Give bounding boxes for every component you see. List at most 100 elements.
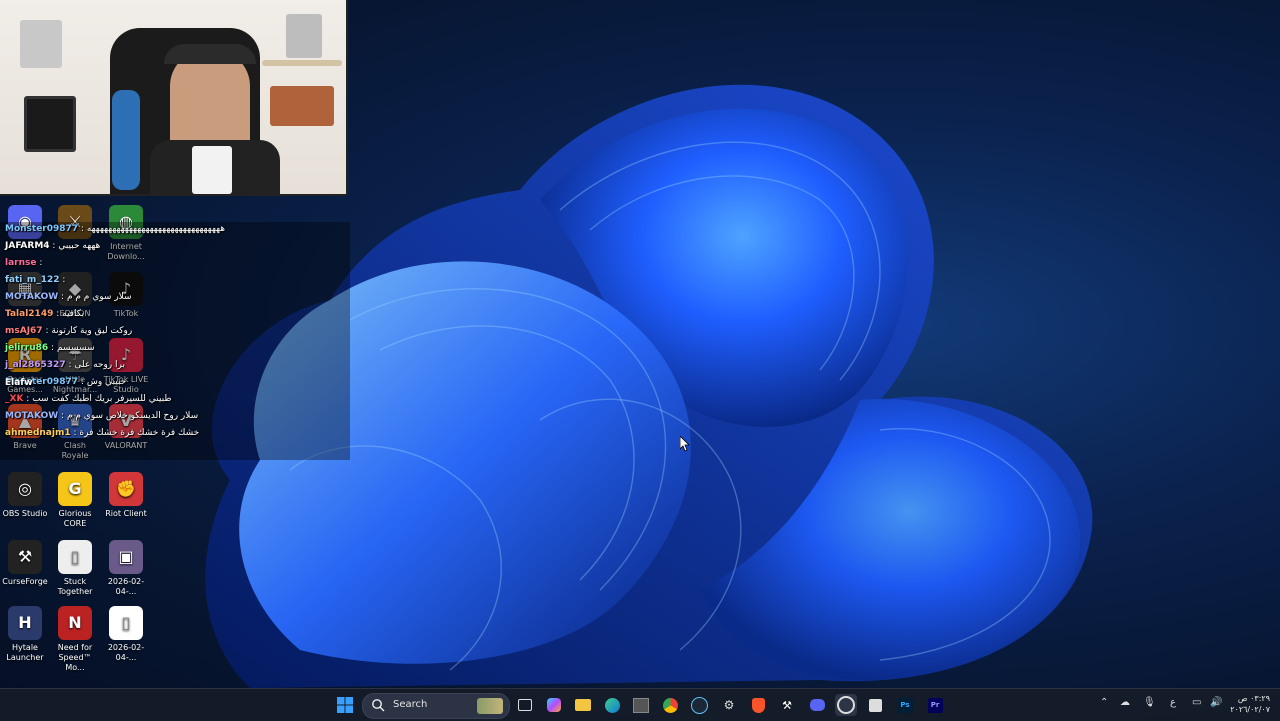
image-file-1-icon: ▣ bbox=[109, 540, 143, 574]
chat-message: _XK : طبيني للسيرفر بريك اطبك كفت سب bbox=[5, 394, 172, 408]
chat-separator: : bbox=[78, 377, 87, 387]
desktop-icon-glorious-core[interactable]: G Glorious CORE bbox=[50, 472, 100, 529]
hytale-launcher-icon: H bbox=[8, 606, 42, 640]
microsoft-store-icon[interactable] bbox=[630, 694, 652, 716]
chat-message: MOTAKOW : سلار روح الديسكو خلاص سوي م م bbox=[5, 411, 198, 425]
desktop-icon-label: CurseForge bbox=[2, 577, 48, 586]
edge-icon[interactable] bbox=[601, 694, 623, 716]
chat-separator: : bbox=[59, 275, 66, 285]
headphones bbox=[164, 44, 256, 64]
chat-text: سسسسم bbox=[56, 343, 95, 353]
chat-separator: : bbox=[78, 224, 87, 234]
chat-username: larnse bbox=[5, 258, 37, 268]
shelf bbox=[262, 60, 342, 66]
chat-separator: : bbox=[49, 241, 59, 251]
chat-separator: : bbox=[58, 411, 67, 421]
chat-username: _XK bbox=[5, 394, 24, 404]
volume-icon[interactable]: 🔊 bbox=[1210, 697, 1222, 708]
chat-message: MOTAKOW : سلار سوي م م م bbox=[5, 292, 132, 306]
chat-separator: : bbox=[36, 258, 43, 268]
chat-text: سلار سوي م م م bbox=[66, 292, 132, 302]
chat-text: خشك فرة خشك فرة خشك فرة bbox=[79, 428, 200, 438]
chat-message: JAFARM4 : هههه حبيبي bbox=[5, 241, 100, 255]
chat-overlay: Monster09877 : ههههههههههههههههههههههههه… bbox=[0, 222, 350, 460]
chat-message: fati_m_122 : bbox=[5, 275, 65, 289]
desktop-icon-label: Stuck Together bbox=[57, 577, 93, 596]
snipping-tool-icon[interactable] bbox=[864, 694, 886, 716]
photoshop-icon[interactable]: Ps bbox=[894, 694, 916, 716]
desktop-icon-curseforge[interactable]: ⚒ CurseForge bbox=[0, 540, 50, 587]
chat-text: برا روحه على bbox=[74, 360, 125, 370]
curseforge-icon[interactable]: ⚒ bbox=[776, 694, 798, 716]
desktop-icon-need-for-speed[interactable]: N Need for Speed™ Mo... bbox=[50, 606, 100, 673]
chat-username: Monster09877 bbox=[5, 224, 79, 234]
taskbar: Search ⚙ ⚒ Ps Pr ⌃ ☁ 🎙 ع ▭ 🔊 ٠٣:٢٩ ص ٢٠٢… bbox=[0, 688, 1280, 721]
taskbar-search[interactable]: Search bbox=[362, 693, 510, 719]
glorious-core-icon: G bbox=[58, 472, 92, 506]
chat-username: MOTAKOW bbox=[5, 292, 59, 302]
desktop-icon-obs-studio[interactable]: ◎ OBS Studio bbox=[0, 472, 50, 519]
desktop-icon-file-2[interactable]: ▯ 2026-02-04-... bbox=[101, 606, 151, 663]
chat-text: طبيني للسيرفر بريك اطبك كفت سب bbox=[32, 394, 172, 404]
chat-separator: : bbox=[23, 394, 33, 404]
desktop-icon-label: Riot Client bbox=[105, 509, 147, 518]
file-2-icon: ▯ bbox=[109, 606, 143, 640]
settings-gear-icon[interactable]: ⚙ bbox=[718, 694, 740, 716]
chat-text: حبيبي وش bbox=[86, 377, 127, 387]
discord-icon[interactable] bbox=[806, 694, 828, 716]
overlay-label: Elafw bbox=[5, 378, 33, 388]
need-for-speed-icon: N bbox=[58, 606, 92, 640]
cloud-icon[interactable]: ☁ bbox=[1120, 697, 1130, 708]
chat-username: jelirru86 bbox=[5, 343, 49, 353]
desktop-icon-riot-client[interactable]: ✊ Riot Client bbox=[101, 472, 151, 519]
desktop-icon-hytale-launcher[interactable]: H Hytale Launcher bbox=[0, 606, 50, 663]
search-highlight-image bbox=[477, 698, 503, 714]
search-label: Search bbox=[393, 699, 428, 710]
copilot-icon[interactable] bbox=[543, 694, 565, 716]
task-view-icon[interactable] bbox=[514, 694, 536, 716]
steam-icon[interactable] bbox=[688, 694, 710, 716]
file-explorer-icon[interactable] bbox=[572, 694, 594, 716]
obs-studio-icon: ◎ bbox=[8, 472, 42, 506]
start-button[interactable] bbox=[334, 694, 356, 716]
microphone-icon[interactable]: 🎙 bbox=[1143, 697, 1156, 708]
chat-username: j_al2865327 bbox=[5, 360, 66, 370]
chat-text: روكت ليق وية كارتونة bbox=[51, 326, 133, 336]
stuck-together-icon: ▯ bbox=[58, 540, 92, 574]
chat-message: jelirru86 : سسسسم bbox=[5, 343, 95, 357]
shelf-award bbox=[286, 14, 322, 58]
desktop-icon-label: 2026-02-04-... bbox=[107, 577, 145, 596]
system-clock[interactable]: ٠٣:٢٩ ص ٢٠٢٦/٠٢/٠٧ bbox=[1230, 693, 1270, 715]
desktop-icon-label: 2026-02-04-... bbox=[107, 643, 145, 662]
chat-message: Talal2149 : بكافيه bbox=[5, 309, 84, 323]
chat-separator: : bbox=[53, 309, 63, 319]
chat-message: larnse : bbox=[5, 258, 42, 272]
chat-username: fati_m_122 bbox=[5, 275, 60, 285]
chair-accent bbox=[112, 90, 140, 190]
mouse-cursor bbox=[680, 436, 690, 452]
language-indicator[interactable]: ع bbox=[1170, 697, 1176, 708]
desktop-icon-stuck-together[interactable]: ▯ Stuck Together bbox=[50, 540, 100, 597]
brave-icon[interactable] bbox=[747, 694, 769, 716]
riot-client-icon: ✊ bbox=[109, 472, 143, 506]
chat-message: ahmednajm1 : خشك فرة خشك فرة خشك فرة bbox=[5, 428, 199, 442]
chrome-icon[interactable] bbox=[659, 694, 681, 716]
webcam-overlay bbox=[0, 0, 348, 196]
chat-username: MOTAKOW bbox=[5, 411, 59, 421]
obs-taskbar-icon[interactable] bbox=[835, 694, 857, 716]
shirt bbox=[192, 146, 232, 194]
chat-message: Monster09877 : ههههههههههههههههههههههههه… bbox=[5, 224, 225, 238]
desktop-icon-image-file-1[interactable]: ▣ 2026-02-04-... bbox=[101, 540, 151, 597]
search-icon bbox=[372, 699, 385, 712]
premiere-icon[interactable]: Pr bbox=[924, 694, 946, 716]
show-hidden-icons-chevron-icon[interactable]: ⌃ bbox=[1100, 697, 1108, 708]
network-icon[interactable]: ▭ bbox=[1192, 697, 1201, 708]
clock-time: ٠٣:٢٩ ص bbox=[1237, 694, 1270, 703]
desktop-icon-label: OBS Studio bbox=[2, 509, 48, 518]
framed-award bbox=[24, 96, 76, 152]
silver-play-button-plaque bbox=[20, 20, 62, 68]
chat-text: سلار روح الديسكو خلاص سوي م م bbox=[66, 411, 199, 421]
chat-username: Talal2149 bbox=[5, 309, 54, 319]
chat-text: هههه حبيبي bbox=[58, 241, 101, 251]
chat-text: ههههههههههههههههههههههههههههههههه bbox=[86, 224, 226, 234]
